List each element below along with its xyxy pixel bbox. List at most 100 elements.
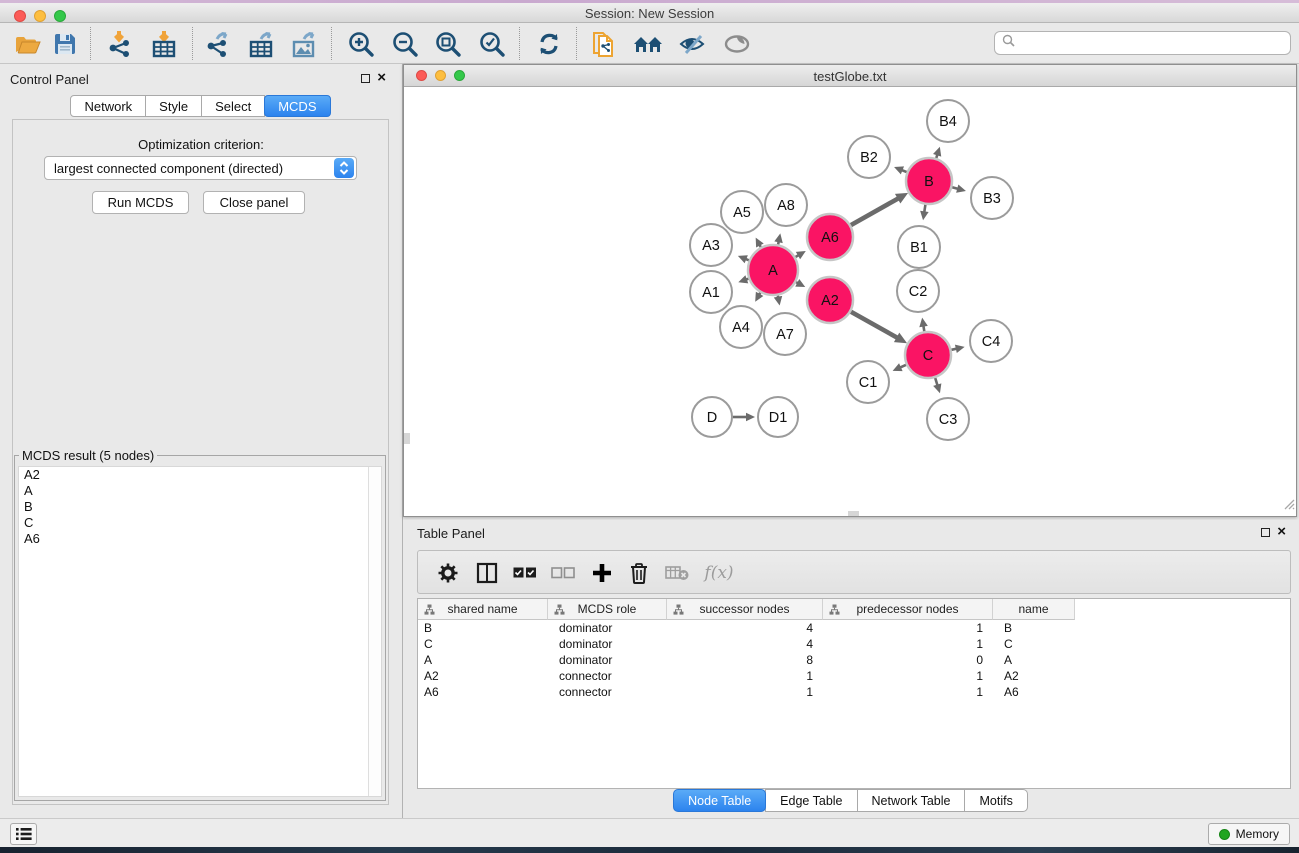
edge-A-A8[interactable]	[774, 233, 782, 244]
tab-select[interactable]: Select	[201, 95, 265, 117]
cell-MCDS-role[interactable]: connector	[548, 684, 667, 700]
column-header-name[interactable]: name	[993, 599, 1075, 620]
node-D1[interactable]: D1	[758, 397, 798, 437]
criterion-select[interactable]: largest connected component (directed)	[44, 156, 357, 180]
cell-shared-name[interactable]: A	[418, 652, 548, 668]
edge-A-A1[interactable]	[738, 275, 748, 283]
cell-successor-nodes[interactable]: 4	[667, 620, 823, 636]
add-column-icon[interactable]	[590, 561, 614, 585]
search-field[interactable]	[994, 31, 1291, 55]
edge-D-D1[interactable]	[733, 413, 755, 422]
delete-column-icon[interactable]	[627, 561, 651, 585]
cell-predecessor-nodes[interactable]: 1	[823, 620, 993, 636]
tab-mcds[interactable]: MCDS	[264, 95, 330, 117]
edge-C-C3[interactable]	[933, 378, 941, 393]
node-A3[interactable]: A3	[690, 224, 732, 266]
function-builder-icon[interactable]: f(x)	[702, 561, 736, 585]
node-B3[interactable]: B3	[971, 177, 1013, 219]
node-C3[interactable]: C3	[927, 398, 969, 440]
column-header-predecessor-nodes[interactable]: predecessor nodes	[823, 599, 993, 620]
column-header-MCDS-role[interactable]: MCDS role	[548, 599, 667, 620]
node-D[interactable]: D	[692, 397, 732, 437]
mcds-result-list[interactable]: A2ABCA6	[18, 466, 382, 797]
run-mcds-button[interactable]: Run MCDS	[92, 191, 189, 214]
node-A1[interactable]: A1	[690, 271, 732, 313]
search-input[interactable]	[1019, 34, 1290, 52]
float-panel-icon[interactable]	[361, 74, 370, 83]
node-C1[interactable]: C1	[847, 361, 889, 403]
hide-graphics-details-icon[interactable]	[677, 28, 707, 60]
deselect-all-icon[interactable]	[551, 561, 575, 585]
mcds-result-item[interactable]: A6	[19, 531, 381, 547]
node-A5[interactable]: A5	[721, 191, 763, 233]
tab-edge-table[interactable]: Edge Table	[765, 789, 857, 812]
zoom-fit-icon[interactable]	[433, 28, 463, 60]
column-header-successor-nodes[interactable]: successor nodes	[667, 599, 823, 620]
task-list-button[interactable]	[10, 823, 37, 845]
node-A2[interactable]: A2	[807, 277, 853, 323]
edge-A-A7[interactable]	[774, 296, 782, 306]
tab-motifs[interactable]: Motifs	[964, 789, 1027, 812]
cell-successor-nodes[interactable]: 8	[667, 652, 823, 668]
float-table-panel-icon[interactable]	[1261, 528, 1270, 537]
node-A4[interactable]: A4	[720, 306, 762, 348]
table-row[interactable]: Cdominator41C	[418, 636, 1290, 652]
close-panel-icon[interactable]: ×	[377, 73, 386, 83]
cell-shared-name[interactable]: C	[418, 636, 548, 652]
mcds-result-item[interactable]: A2	[19, 467, 381, 483]
node-A6[interactable]: A6	[807, 214, 853, 260]
copy-network-document-icon[interactable]	[589, 28, 619, 60]
cell-MCDS-role[interactable]: dominator	[548, 620, 667, 636]
cell-successor-nodes[interactable]: 1	[667, 668, 823, 684]
canvas-scroll-nub[interactable]	[848, 511, 859, 516]
cell-successor-nodes[interactable]: 1	[667, 684, 823, 700]
cell-name[interactable]: A6	[993, 684, 1075, 700]
settings-gear-icon[interactable]	[436, 561, 460, 585]
node-A[interactable]: A	[748, 245, 798, 295]
result-scrollbar[interactable]	[368, 467, 381, 796]
canvas-scroll-nub[interactable]	[404, 433, 410, 444]
node-A8[interactable]: A8	[765, 184, 807, 226]
zoom-selected-icon[interactable]	[477, 28, 507, 60]
cell-predecessor-nodes[interactable]: 1	[823, 668, 993, 684]
tab-network-table[interactable]: Network Table	[857, 789, 966, 812]
node-C[interactable]: C	[905, 332, 951, 378]
table-row[interactable]: A6connector11A6	[418, 684, 1290, 700]
show-graphics-details-icon[interactable]	[722, 28, 752, 60]
cell-predecessor-nodes[interactable]: 0	[823, 652, 993, 668]
edge-B-B4[interactable]	[933, 147, 941, 158]
node-B4[interactable]: B4	[927, 100, 969, 142]
close-panel-button[interactable]: Close panel	[203, 191, 305, 214]
zoom-out-icon[interactable]	[390, 28, 420, 60]
column-header-shared-name[interactable]: shared name	[418, 599, 548, 620]
select-all-icon[interactable]	[513, 561, 537, 585]
table-row[interactable]: Adominator80A	[418, 652, 1290, 668]
mcds-result-item[interactable]: B	[19, 499, 381, 515]
column-view-icon[interactable]	[475, 561, 499, 585]
edge-C-C1[interactable]	[893, 363, 906, 371]
node-B[interactable]: B	[906, 158, 952, 204]
cell-MCDS-role[interactable]: connector	[548, 668, 667, 684]
cell-name[interactable]: C	[993, 636, 1075, 652]
import-network-icon[interactable]	[105, 28, 135, 60]
node-B2[interactable]: B2	[848, 136, 890, 178]
refresh-icon[interactable]	[534, 28, 564, 60]
delete-table-icon[interactable]	[665, 561, 689, 585]
table-row[interactable]: Bdominator41B	[418, 620, 1290, 636]
cell-shared-name[interactable]: A2	[418, 668, 548, 684]
tab-style[interactable]: Style	[145, 95, 202, 117]
save-session-icon[interactable]	[50, 28, 80, 60]
edge-B-B3[interactable]	[952, 184, 966, 192]
close-table-panel-icon[interactable]: ×	[1277, 527, 1286, 537]
node-B1[interactable]: B1	[898, 226, 940, 268]
mcds-result-item[interactable]: C	[19, 515, 381, 531]
node-A7[interactable]: A7	[764, 313, 806, 355]
edge-A6-B[interactable]	[851, 193, 908, 225]
cell-name[interactable]: A	[993, 652, 1075, 668]
cell-predecessor-nodes[interactable]: 1	[823, 636, 993, 652]
network-graph[interactable]: B4B2BB3A8A5A6A3B1AC2A1A2A4A7C4CC1DD1C3	[404, 87, 1296, 517]
resize-grip-icon[interactable]	[1281, 496, 1295, 515]
edge-B-B1[interactable]	[920, 205, 929, 221]
node-C4[interactable]: C4	[970, 320, 1012, 362]
cell-shared-name[interactable]: B	[418, 620, 548, 636]
